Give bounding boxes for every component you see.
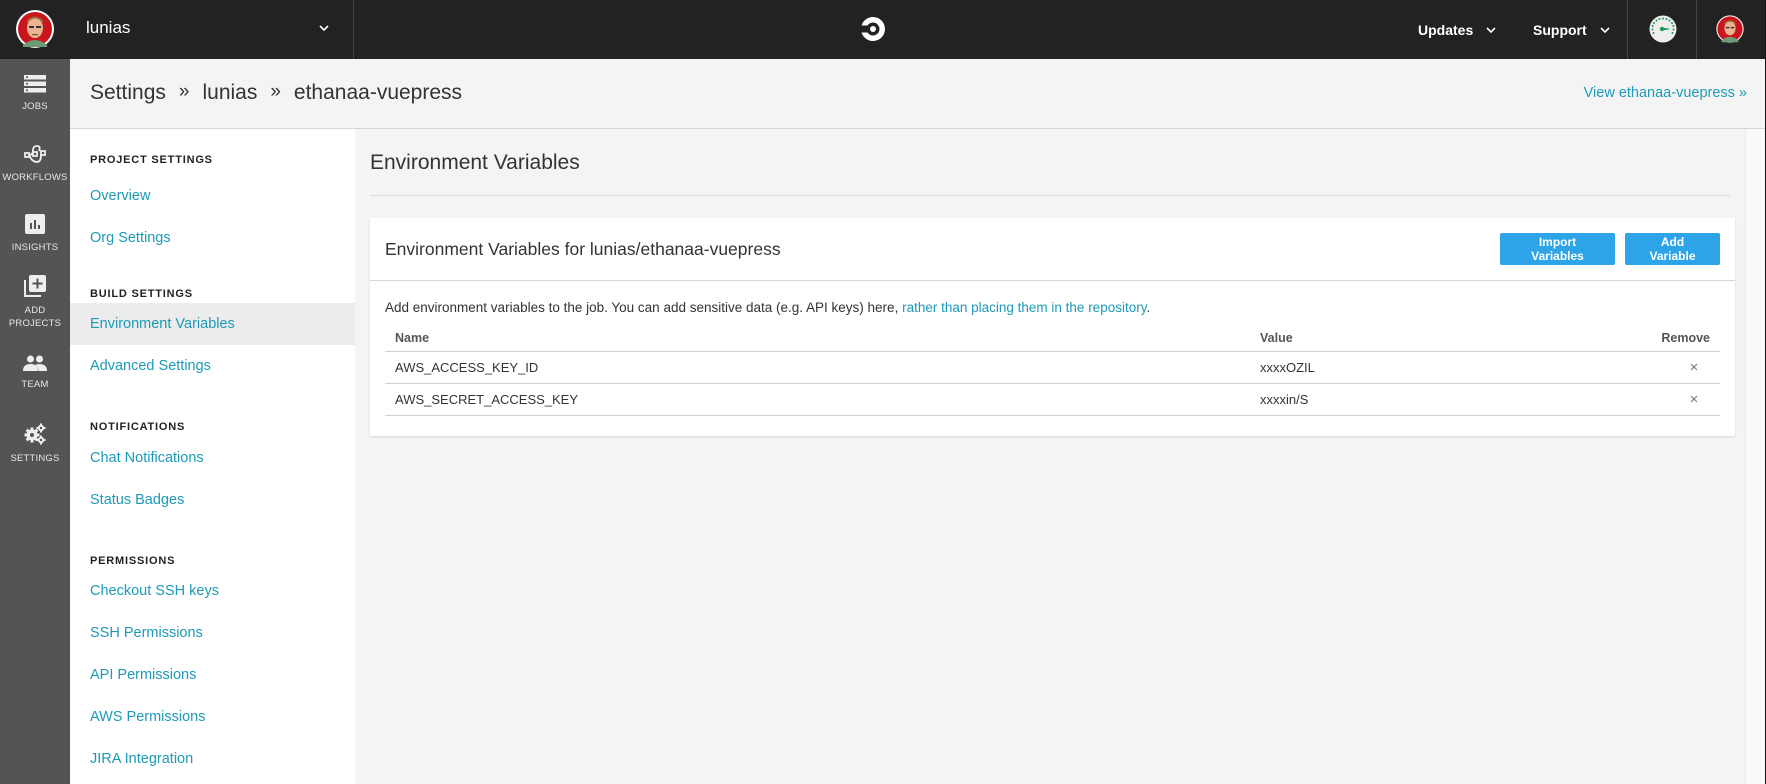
variable-value: xxxxin/S [1250, 383, 1650, 416]
sidebar-item-checkout-ssh-keys[interactable]: Checkout SSH keys [70, 570, 355, 612]
breadcrumb-settings[interactable]: Settings [90, 81, 166, 105]
sidebar-item-chat-notifications[interactable]: Chat Notifications [70, 437, 355, 479]
sidebar-item-ssh-permissions[interactable]: SSH Permissions [70, 612, 355, 654]
settings-sidebar: PROJECT SETTINGS Overview Org Settings B… [70, 129, 355, 784]
divider [370, 195, 1730, 196]
gauge-icon [1649, 15, 1677, 43]
add-projects-icon [24, 275, 46, 297]
nav-add-projects[interactable]: ADD PROJECTS [0, 275, 70, 330]
section-heading-project-settings: PROJECT SETTINGS [90, 154, 213, 166]
description-end: . [1146, 300, 1151, 315]
nav-workflows[interactable]: WORKFLOWS [0, 144, 70, 184]
variable-name: AWS_ACCESS_KEY_ID [385, 351, 1250, 384]
variable-name: AWS_SECRET_ACCESS_KEY [385, 383, 1250, 416]
settings-icon [24, 423, 46, 445]
org-name: lunias [86, 18, 131, 37]
nav-add-projects-line2: PROJECTS [8, 318, 62, 329]
chevron-down-icon [319, 25, 329, 32]
close-icon[interactable]: × [1690, 391, 1699, 408]
sidebar-item-aws-permissions[interactable]: AWS Permissions [70, 696, 355, 738]
close-icon[interactable]: × [1690, 359, 1699, 376]
sidebar-item-org-settings[interactable]: Org Settings [70, 217, 355, 259]
variable-value: xxxxOZIL [1250, 351, 1650, 384]
user-avatar[interactable] [1716, 15, 1744, 43]
table-header-row: Name Value Remove [385, 325, 1720, 352]
breadcrumb-separator: » [270, 81, 281, 102]
scrollbar[interactable] [1745, 129, 1765, 784]
sidebar-item-status-badges[interactable]: Status Badges [70, 479, 355, 521]
circleci-logo[interactable] [859, 15, 887, 43]
description-text: Add environment variables to the job. Yo… [385, 300, 903, 315]
top-bar: lunias Updates Support [0, 0, 1765, 59]
nav-insights[interactable]: INSIGHTS [0, 214, 70, 254]
add-variable-button[interactable]: Add Variable [1625, 233, 1720, 265]
jobs-icon [24, 75, 46, 93]
chevron-down-icon [1600, 26, 1610, 33]
updates-menu[interactable]: Updates [1418, 0, 1497, 59]
breadcrumb: Settings » lunias » ethanaa-vuepress [90, 81, 462, 105]
card-title: Environment Variables for lunias/ethanaa… [385, 239, 781, 259]
env-vars-card: Environment Variables for lunias/ethanaa… [370, 218, 1735, 436]
section-heading-notifications: NOTIFICATIONS [90, 421, 186, 433]
nav-team-label: TEAM [21, 379, 49, 390]
breadcrumb-project[interactable]: ethanaa-vuepress [294, 81, 462, 105]
nav-add-projects-line1: ADD [24, 305, 46, 316]
sidebar-item-overview[interactable]: Overview [70, 175, 355, 217]
nav-team[interactable]: TEAM [0, 355, 70, 391]
column-header-value: Value [1250, 325, 1650, 352]
nav-insights-label: INSIGHTS [11, 242, 59, 253]
team-icon [23, 355, 47, 371]
workflows-icon [24, 145, 46, 163]
section-heading-permissions: PERMISSIONS [90, 555, 176, 567]
view-project-link[interactable]: View ethanaa-vuepress » [1584, 85, 1747, 101]
breadcrumb-bar: Settings » lunias » ethanaa-vuepress Vie… [70, 59, 1765, 129]
sidebar-item-environment-variables[interactable]: Environment Variables [70, 303, 355, 345]
support-menu[interactable]: Support [1533, 0, 1611, 59]
insights-icon [25, 214, 45, 234]
updates-label: Updates [1418, 21, 1474, 38]
org-switcher[interactable]: lunias [0, 0, 354, 59]
repository-link[interactable]: rather than placing them in the reposito… [902, 300, 1146, 315]
import-variables-button[interactable]: Import Variables [1500, 233, 1615, 265]
nav-jobs[interactable]: JOBS [0, 75, 70, 113]
column-header-remove: Remove [1650, 325, 1720, 352]
chevron-down-icon [1486, 26, 1496, 33]
card-description: Add environment variables to the job. Yo… [385, 300, 1150, 315]
sidebar-item-api-permissions[interactable]: API Permissions [70, 654, 355, 696]
remove-cell: × [1650, 351, 1720, 384]
nav-settings-label: SETTINGS [10, 453, 60, 464]
main-content: Environment Variables Environment Variab… [355, 129, 1745, 784]
nav-jobs-label: JOBS [22, 101, 48, 112]
column-header-name: Name [385, 325, 1250, 352]
table-row: AWS_SECRET_ACCESS_KEY xxxxin/S × [385, 383, 1720, 416]
remove-cell: × [1650, 383, 1720, 416]
support-label: Support [1533, 21, 1587, 38]
nav-workflows-label: WORKFLOWS [2, 172, 68, 183]
card-header: Environment Variables for lunias/ethanaa… [370, 218, 1735, 281]
page-title: Environment Variables [370, 151, 580, 174]
breadcrumb-separator: » [178, 81, 190, 102]
section-heading-build-settings: BUILD SETTINGS [90, 288, 193, 300]
nav-settings[interactable]: SETTINGS [0, 423, 70, 465]
status-button[interactable] [1627, 0, 1697, 59]
table-row: AWS_ACCESS_KEY_ID xxxxOZIL × [385, 351, 1720, 384]
breadcrumb-org[interactable]: lunias [202, 81, 257, 105]
global-nav: JOBS WORKFLOWS INSIGHTS ADD PROJECTS TEA… [0, 59, 70, 784]
sidebar-item-advanced-settings[interactable]: Advanced Settings [70, 345, 355, 387]
org-avatar [16, 10, 54, 48]
nav-add-projects-label: ADD PROJECTS [0, 304, 70, 330]
env-vars-table: Name Value Remove AWS_ACCESS_KEY_ID xxxx… [385, 325, 1720, 416]
sidebar-item-jira-integration[interactable]: JIRA Integration [70, 738, 355, 780]
